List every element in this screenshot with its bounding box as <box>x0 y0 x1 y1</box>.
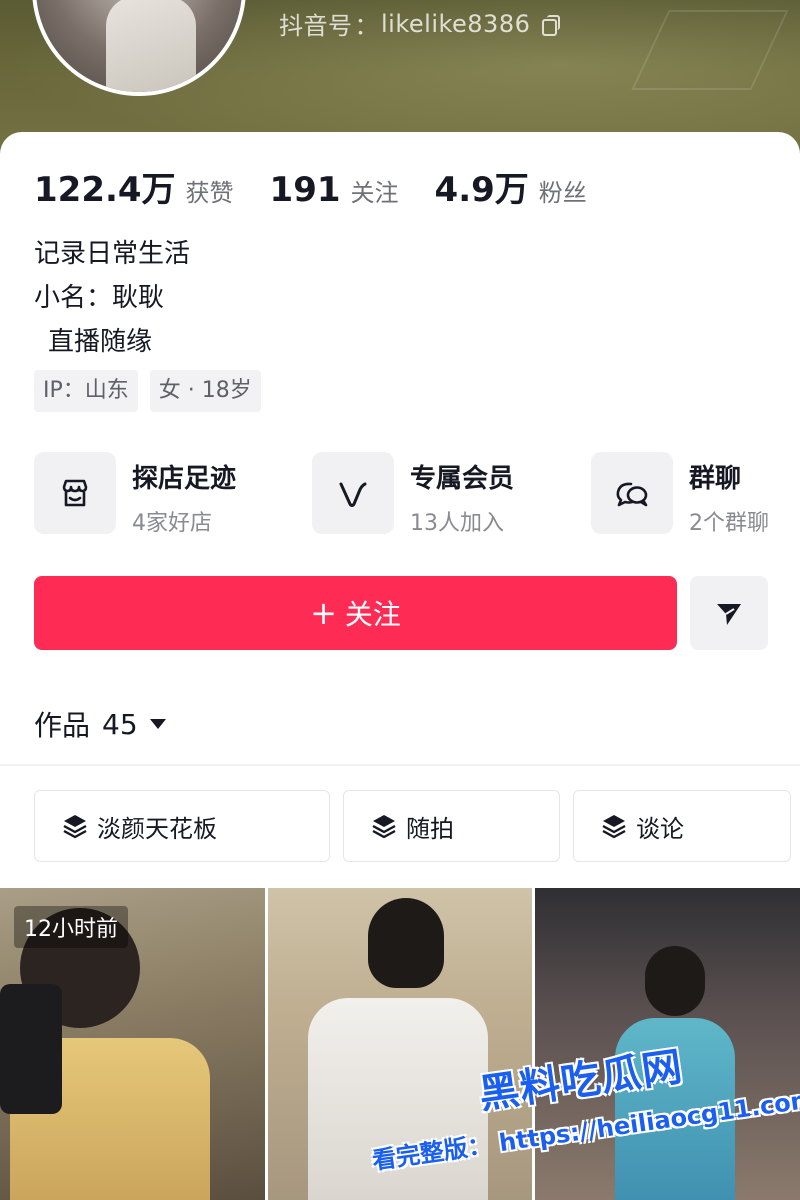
feature-title: 群聊 <box>689 464 742 494</box>
thumbnail-figure <box>645 946 705 1016</box>
profile-card: 122.4万 获赞 191 关注 4.9万 粉丝 记录日常生活 小名：耿耿 直播… <box>0 132 800 1200</box>
feature-membership[interactable]: 专属会员 13人加入 <box>312 452 514 537</box>
vip-icon <box>312 452 394 534</box>
account-id-label: 抖音号 <box>279 12 353 40</box>
send-icon <box>717 604 741 625</box>
stat-followers-value: 4.9万 <box>434 170 529 210</box>
collection-label: 淡颜天花板 <box>97 814 217 843</box>
action-row: + 关注 <box>34 576 768 650</box>
account-id-value: likelike8386 <box>381 9 531 38</box>
plus-icon: + <box>310 594 337 632</box>
avatar-photo-figure <box>106 0 196 92</box>
section-divider <box>0 764 800 766</box>
works-tab[interactable]: 作品 45 <box>34 704 166 744</box>
stat-likes-value: 122.4万 <box>34 170 176 210</box>
copy-icon[interactable] <box>542 14 561 36</box>
follow-button-label: 关注 <box>344 598 401 631</box>
stats-row: 122.4万 获赞 191 关注 4.9万 粉丝 <box>34 162 623 211</box>
stat-likes[interactable]: 122.4万 获赞 <box>34 162 234 211</box>
feature-group-chat[interactable]: 群聊 2个群聊 <box>591 452 769 537</box>
collection-label: 谈论 <box>636 814 684 843</box>
collection-label: 随拍 <box>406 814 454 843</box>
account-id-row: 抖音号： likelike8386 <box>279 6 561 41</box>
stat-following-value: 191 <box>269 170 341 210</box>
feature-store-visits[interactable]: 探店足迹 4家好店 <box>34 452 236 537</box>
gender-age-tag: 女 · 18岁 <box>149 370 261 412</box>
collection-chip[interactable]: 淡颜天花板 <box>34 790 330 862</box>
chat-icon <box>591 452 673 534</box>
collection-chip[interactable]: 随拍 <box>343 790 560 862</box>
feature-subtitle: 4家好店 <box>132 511 212 536</box>
feature-subtitle: 2个群聊 <box>689 511 769 536</box>
stat-following[interactable]: 191 关注 <box>270 170 399 210</box>
stat-followers-label: 粉丝 <box>538 179 587 207</box>
feature-title: 专属会员 <box>410 464 515 494</box>
stat-following-label: 关注 <box>350 179 399 207</box>
bio-line: 小名：耿耿 <box>34 283 165 313</box>
stat-likes-label: 获赞 <box>185 179 234 207</box>
follow-button[interactable]: + 关注 <box>34 576 677 650</box>
phone-in-photo <box>0 984 62 1114</box>
store-icon <box>34 452 116 534</box>
bio: 记录日常生活 小名：耿耿 直播随缘 <box>34 232 190 364</box>
feature-title: 探店足迹 <box>132 464 237 494</box>
stack-icon <box>372 815 396 839</box>
collections-row: 淡颜天花板 随拍 谈论 <box>34 790 794 862</box>
thumbnail-figure <box>368 898 444 988</box>
stat-followers[interactable]: 4.9万 粉丝 <box>435 162 587 211</box>
caret-down-icon <box>149 719 166 729</box>
stack-icon <box>602 815 626 839</box>
share-button[interactable] <box>690 576 768 650</box>
profile-tags: IP：山东 女 · 18岁 <box>34 370 273 412</box>
video-time-badge: 12小时前 <box>14 906 128 948</box>
video-thumbnail[interactable]: 12小时前 <box>0 888 265 1200</box>
works-count: 45 <box>102 707 138 741</box>
account-id-separator: ： <box>354 12 379 40</box>
collection-chip[interactable]: 谈论 <box>573 790 791 862</box>
stack-icon <box>63 815 87 839</box>
bio-line: 直播随缘 <box>48 327 153 357</box>
bio-line: 记录日常生活 <box>34 239 191 269</box>
ip-location-tag: IP：山东 <box>34 370 138 412</box>
works-label: 作品 <box>34 709 91 742</box>
feature-subtitle: 13人加入 <box>410 511 504 536</box>
